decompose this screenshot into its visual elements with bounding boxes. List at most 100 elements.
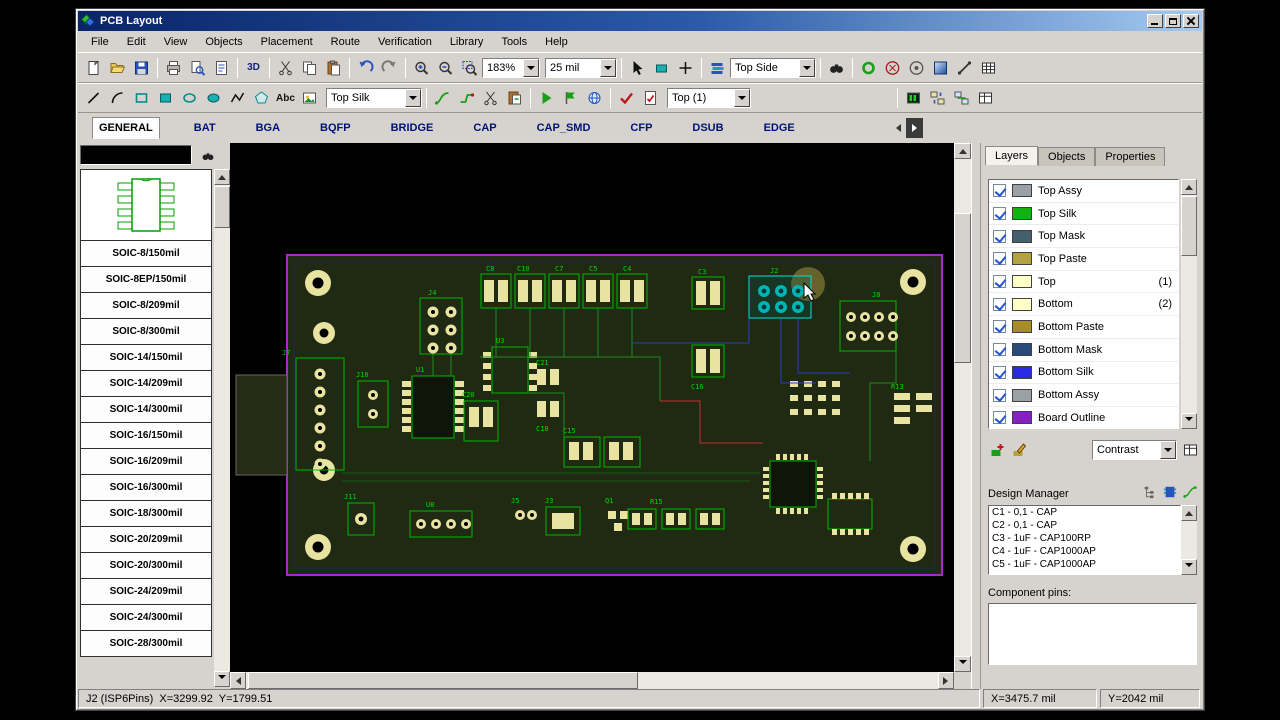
library-item[interactable]: SOIC-14/300mil	[80, 396, 212, 423]
layer-options-button[interactable]	[1181, 439, 1199, 461]
scrollbar-thumb[interactable]	[954, 213, 971, 363]
right-tab-objects[interactable]: Objects	[1038, 147, 1095, 166]
select-tool-button[interactable]	[626, 57, 649, 79]
text-tool-button[interactable]: Abc	[274, 87, 297, 109]
line-tool-button[interactable]	[82, 87, 105, 109]
tab-bridge[interactable]: BRIDGE	[385, 118, 440, 138]
print-button[interactable]	[162, 57, 185, 79]
titleblock-button[interactable]	[210, 57, 233, 79]
library-item[interactable]: SOIC-16/300mil	[80, 474, 212, 501]
origin-tool-button[interactable]	[674, 57, 697, 79]
library-item[interactable]: SOIC-16/150mil	[80, 422, 212, 449]
tab-bga[interactable]: BGA	[250, 118, 286, 138]
layer-visibility-checkbox[interactable]	[993, 366, 1006, 379]
layer-row[interactable]: Top(1)	[989, 271, 1178, 294]
silk-layer-combo[interactable]: Top Silk	[326, 88, 422, 108]
layer-row[interactable]: Top Silk	[989, 203, 1178, 226]
menu-help[interactable]: Help	[536, 34, 577, 50]
ratline-button[interactable]	[953, 57, 976, 79]
grid-table-button[interactable]	[977, 57, 1000, 79]
dm-components-button[interactable]	[1163, 485, 1177, 502]
menu-tools[interactable]: Tools	[492, 34, 536, 50]
rect-tool-button[interactable]	[130, 87, 153, 109]
design-manager-scrollbar[interactable]	[1181, 505, 1197, 575]
layer-row[interactable]: Bottom Assy	[989, 384, 1178, 407]
layer-row[interactable]: Top Paste	[989, 248, 1178, 271]
layer-row[interactable]: Bottom(2)	[989, 293, 1178, 316]
net-numbers-button[interactable]	[902, 87, 925, 109]
library-item[interactable]: SOIC-20/209mil	[80, 526, 212, 553]
library-scrollbar[interactable]	[214, 169, 230, 687]
design-manager-item[interactable]: C3 - 1uF - CAP100RP	[989, 532, 1180, 545]
signal-layer-combo[interactable]: Top (1)	[667, 88, 751, 108]
library-find-button[interactable]	[197, 146, 219, 165]
save-button[interactable]	[130, 57, 153, 79]
library-item[interactable]: SOIC-20/300mil	[80, 552, 212, 579]
route-tool-button[interactable]	[431, 87, 454, 109]
layer-row[interactable]: Top Mask	[989, 225, 1178, 248]
right-tab-layers[interactable]: Layers	[985, 146, 1038, 165]
dm-nets-button[interactable]	[1183, 485, 1197, 502]
add-layer-button[interactable]	[988, 439, 1006, 461]
scroll-down-button[interactable]	[1181, 413, 1197, 429]
zoom-combo[interactable]: 183%	[482, 58, 540, 78]
ellipse-tool-button[interactable]	[178, 87, 201, 109]
route-setup-button[interactable]	[503, 87, 526, 109]
view-3d-button[interactable]: 3D	[242, 57, 265, 79]
panel-splitter[interactable]	[971, 143, 981, 689]
menu-route[interactable]: Route	[322, 34, 369, 50]
scroll-down-button[interactable]	[954, 656, 971, 672]
menu-view[interactable]: View	[155, 34, 197, 50]
find-button[interactable]	[825, 57, 848, 79]
tab-general[interactable]: GENERAL	[92, 117, 160, 139]
verify-button[interactable]	[615, 87, 638, 109]
library-item[interactable]: SOIC-24/300mil	[80, 604, 212, 631]
chevron-down-icon[interactable]	[405, 89, 421, 107]
filled-ellipse-tool-button[interactable]	[202, 87, 225, 109]
chevron-down-icon[interactable]	[600, 59, 616, 77]
maximize-button[interactable]	[1165, 14, 1181, 28]
library-item-selected[interactable]: SOIC-8/150mil	[80, 240, 212, 267]
layer-stack-button[interactable]	[706, 57, 729, 79]
layer-visibility-checkbox[interactable]	[993, 184, 1006, 197]
net-globe-button[interactable]	[583, 87, 606, 109]
mask-view-button[interactable]	[929, 57, 952, 79]
library-search-input[interactable]	[80, 145, 192, 165]
chevron-down-icon[interactable]	[734, 89, 750, 107]
menu-edit[interactable]: Edit	[118, 34, 155, 50]
polygon-tool-button[interactable]	[250, 87, 273, 109]
back-annotate-button[interactable]	[950, 87, 973, 109]
scroll-up-button[interactable]	[214, 169, 230, 185]
layer-visibility-checkbox[interactable]	[993, 230, 1006, 243]
redo-button[interactable]	[378, 57, 401, 79]
menu-library[interactable]: Library	[441, 34, 493, 50]
drc-report-button[interactable]	[639, 87, 662, 109]
close-button[interactable]	[1183, 14, 1199, 28]
find-net-button[interactable]	[881, 57, 904, 79]
tab-bqfp[interactable]: BQFP	[314, 118, 357, 138]
menu-verification[interactable]: Verification	[369, 34, 441, 50]
open-button[interactable]	[106, 57, 129, 79]
menu-placement[interactable]: Placement	[252, 34, 322, 50]
library-item[interactable]: SOIC-28/300mil	[80, 630, 212, 657]
finish-route-button[interactable]	[559, 87, 582, 109]
scroll-down-button[interactable]	[1181, 559, 1197, 575]
layer-row[interactable]: Board Outline	[989, 407, 1178, 429]
library-item[interactable]: SOIC-16/209mil	[80, 448, 212, 475]
layer-row[interactable]: Bottom Mask	[989, 339, 1178, 362]
tabs-scroll-left-button[interactable]	[889, 118, 906, 138]
design-manager-item[interactable]: C5 - 1uF - CAP1000AP	[989, 558, 1180, 571]
library-item[interactable]: SOIC-18/300mil	[80, 500, 212, 527]
library-item[interactable]: SOIC-8/209mil	[80, 292, 212, 319]
via-button[interactable]	[857, 57, 880, 79]
title-bar[interactable]: PCB Layout	[78, 11, 1202, 31]
zoom-window-button[interactable]	[458, 57, 481, 79]
chevron-down-icon[interactable]	[799, 59, 815, 77]
scrollbar-thumb[interactable]	[1181, 196, 1197, 256]
library-item[interactable]: SOIC-24/209mil	[80, 578, 212, 605]
scroll-up-button[interactable]	[1181, 505, 1197, 521]
update-components-button[interactable]	[926, 87, 949, 109]
design-manager-item[interactable]: C1 - 0,1 - CAP	[989, 506, 1180, 519]
design-manager-item[interactable]: C2 - 0,1 - CAP	[989, 519, 1180, 532]
highlight-net-button[interactable]	[905, 57, 928, 79]
